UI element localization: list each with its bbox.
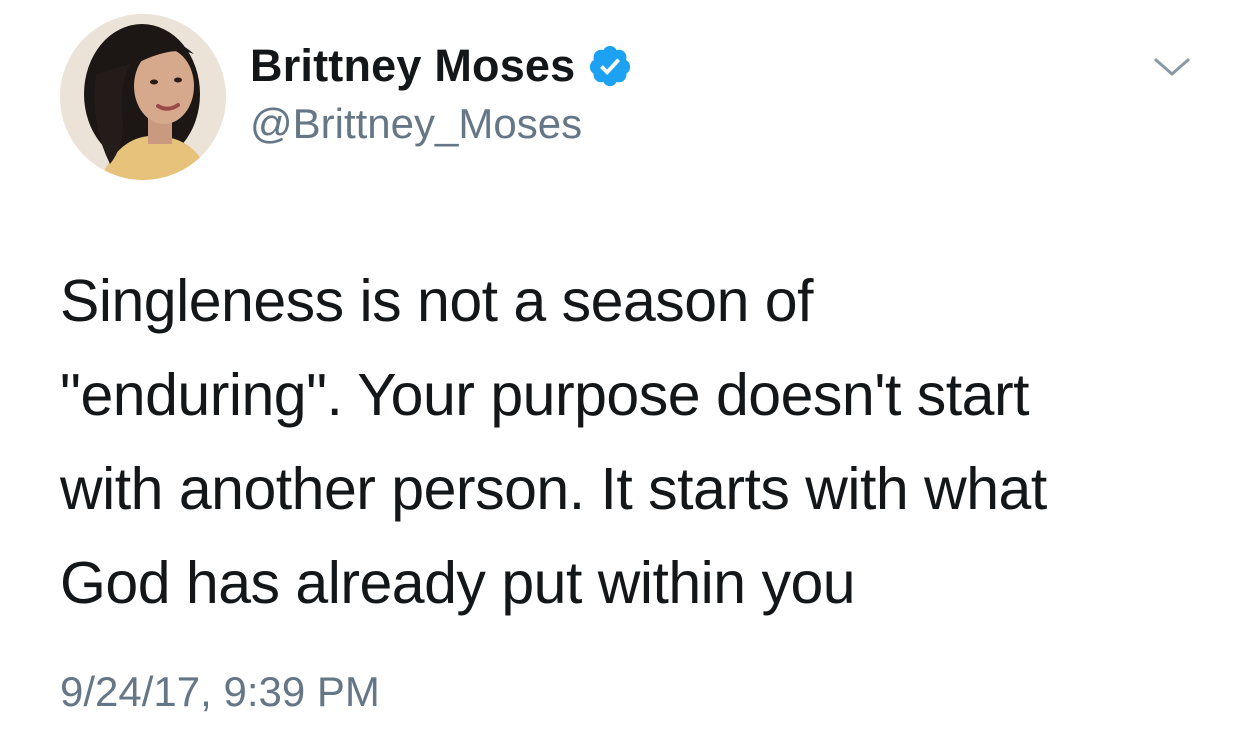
display-name[interactable]: Brittney Moses [250, 40, 575, 92]
author-name-row[interactable]: Brittney Moses [250, 40, 633, 92]
tweet-text-line: God has already put within you [60, 550, 856, 616]
avatar[interactable] [60, 14, 226, 180]
avatar-photo [60, 14, 226, 180]
tweet-text-line: with another person. It starts with what [60, 456, 1047, 522]
tweet-timestamp[interactable]: 9/24/17, 9:39 PM [60, 668, 380, 716]
chevron-down-icon[interactable] [1152, 54, 1192, 82]
tweet-text: Singleness is not a season of "enduring"… [60, 254, 1200, 630]
verified-badge-icon [587, 43, 633, 89]
user-handle[interactable]: @Brittney_Moses [250, 100, 582, 148]
tweet-text-line: "enduring". Your purpose doesn't start [60, 362, 1030, 428]
tweet-text-line: Singleness is not a season of [60, 268, 814, 334]
